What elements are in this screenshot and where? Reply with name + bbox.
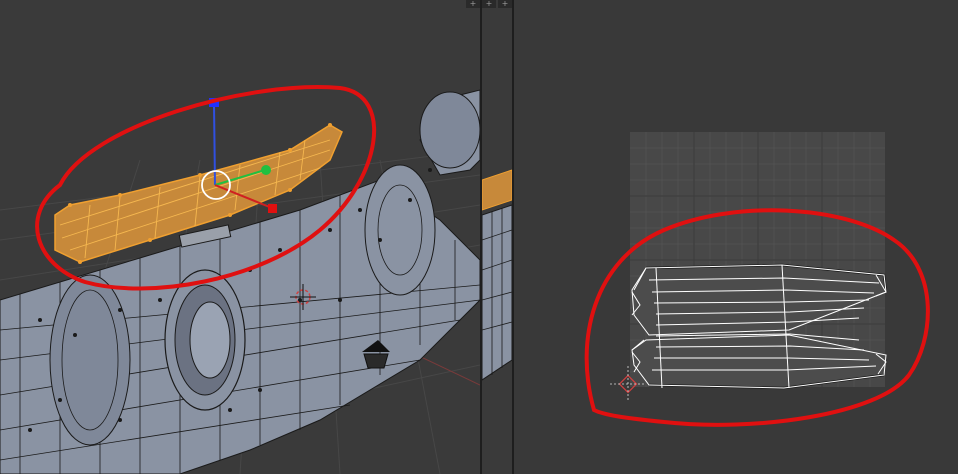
dish-mesh: [419, 89, 480, 176]
narrow-view-canvas: [482, 169, 512, 381]
uv-canvas[interactable]: [514, 0, 958, 474]
viewport-canvas[interactable]: [0, 0, 480, 474]
area-split-widget[interactable]: +: [466, 0, 480, 8]
uv-image-editor[interactable]: [514, 0, 958, 474]
3d-viewport[interactable]: [0, 0, 480, 474]
narrow-3d-view[interactable]: [482, 0, 512, 474]
rocket-ring: [49, 274, 131, 446]
area-split-widget[interactable]: +: [498, 0, 512, 8]
area-split-widget[interactable]: +: [482, 0, 496, 8]
